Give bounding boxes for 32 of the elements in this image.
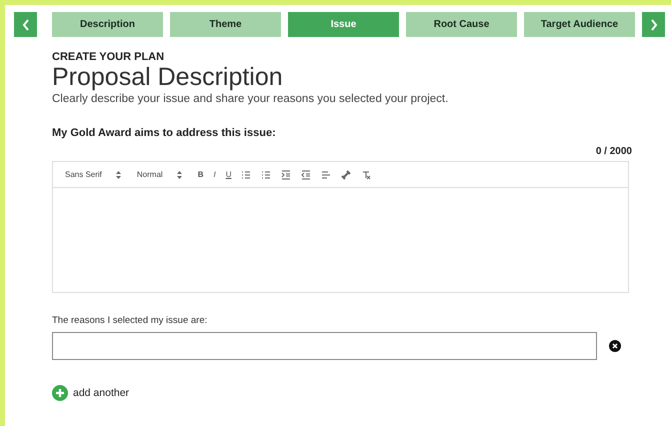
character-counter: 0 / 2000 bbox=[594, 146, 632, 157]
step-tab[interactable]: Theme bbox=[170, 12, 281, 37]
page-subtitle: Clearly describe your issue and share your reasons you selected your project. bbox=[52, 93, 450, 105]
plus-icon bbox=[52, 385, 68, 401]
align-icon bbox=[321, 170, 332, 180]
dropdown-arrows-icon bbox=[116, 170, 121, 178]
page-title: Proposal Description bbox=[52, 63, 284, 91]
step-tab[interactable]: Root Cause bbox=[406, 12, 517, 37]
next-button[interactable] bbox=[642, 12, 665, 37]
rich-text-editor[interactable]: Sans Serif Normal B I U bbox=[52, 161, 629, 293]
format-picker[interactable]: Sans Serif bbox=[65, 170, 102, 179]
field-label: The reasons I selected my issue are: bbox=[52, 315, 208, 326]
dropdown-arrows-icon bbox=[176, 170, 182, 178]
chevron-right-icon bbox=[650, 18, 658, 30]
reason-input[interactable] bbox=[52, 332, 597, 360]
add-another-button[interactable]: add another bbox=[52, 385, 130, 401]
field-label: My Gold Award aims to address this issue: bbox=[52, 127, 277, 139]
indent-icon bbox=[281, 170, 292, 180]
outdent-icon bbox=[301, 170, 312, 180]
format-picker[interactable]: Normal bbox=[136, 170, 163, 179]
bullet-list-icon bbox=[261, 170, 272, 180]
step-tab[interactable]: Target Audience bbox=[524, 12, 635, 37]
clear-format-icon bbox=[361, 170, 372, 180]
section-eyebrow: CREATE YOUR PLAN bbox=[52, 51, 166, 63]
format-button[interactable]: U bbox=[226, 168, 232, 180]
previous-button[interactable] bbox=[14, 12, 37, 37]
chevron-left-icon bbox=[22, 18, 30, 30]
step-tab[interactable]: Description bbox=[52, 12, 163, 37]
format-button[interactable]: I bbox=[213, 168, 216, 180]
remove-icon[interactable] bbox=[609, 340, 621, 352]
ordered-list-icon bbox=[241, 170, 252, 180]
format-button[interactable]: B bbox=[198, 168, 204, 180]
